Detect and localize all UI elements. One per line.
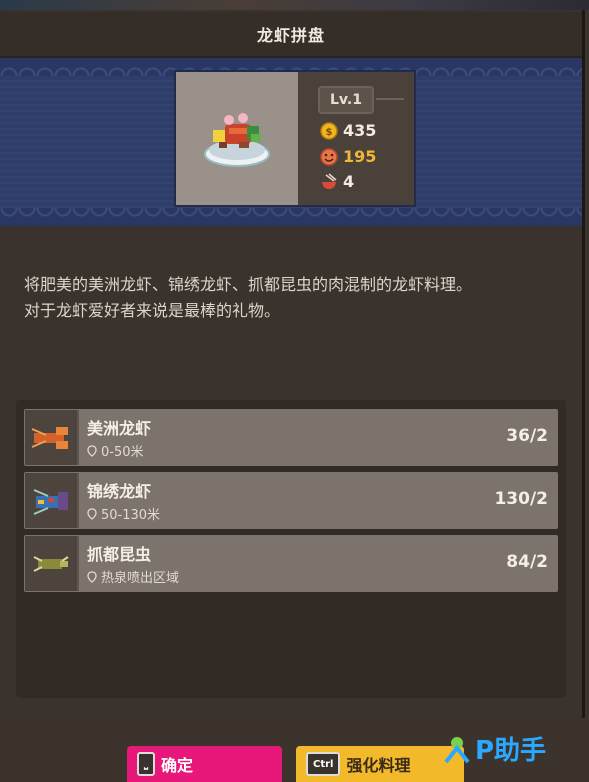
- ingredient-list: 美洲龙虾 0-50米 36/2 锦绣龙虾 50-130米 130/2 抓都昆虫: [16, 400, 566, 698]
- dish-title: 龙虾拼盘: [256, 26, 325, 45]
- title-bar: 龙虾拼盘: [0, 12, 582, 58]
- coin-icon: $: [320, 121, 338, 140]
- description-line-1: 将肥美的美洲龙虾、锦绣龙虾、抓都昆虫的肉混制的龙虾料理。: [24, 275, 473, 294]
- watermark-text: P助手: [475, 736, 547, 766]
- ingredient-info: 美洲龙虾 0-50米: [87, 415, 151, 460]
- ingredient-row[interactable]: 美洲龙虾 0-50米 36/2: [24, 409, 558, 466]
- space-key-icon: ⎵: [137, 752, 155, 776]
- american-lobster-icon: [25, 410, 79, 465]
- location-pin-icon: [87, 570, 97, 583]
- watermark-logo-icon: [444, 736, 470, 763]
- ingredient-location: 0-50米: [87, 441, 151, 460]
- location-pin-icon: [87, 507, 97, 520]
- ingredient-row[interactable]: 抓都昆虫 热泉喷出区域 84/2: [24, 535, 558, 592]
- love-stat: 195: [320, 147, 376, 166]
- price-value: 435: [343, 121, 377, 140]
- ingredient-name: 锦绣龙虾: [87, 482, 152, 501]
- svg-text:$: $: [326, 127, 333, 138]
- ingredient-location: 热泉喷出区域: [87, 567, 179, 586]
- enhance-label: 强化料理: [346, 756, 411, 775]
- ingredient-row[interactable]: 锦绣龙虾 50-130米 130/2: [24, 472, 558, 529]
- enhance-cooking-button[interactable]: Ctrl 强化料理: [296, 746, 464, 782]
- serving-value: 4: [343, 172, 355, 191]
- serving-stat: 4: [320, 172, 354, 191]
- ingredient-count: 84/2: [506, 552, 548, 572]
- ingredient-info: 抓都昆虫 热泉喷出区域: [87, 541, 179, 586]
- ingredient-count: 36/2: [506, 426, 548, 446]
- insect-icon: [25, 536, 79, 591]
- ingredient-count: 130/2: [494, 489, 548, 509]
- level-divider: [376, 98, 404, 100]
- confirm-label: 确定: [161, 756, 194, 775]
- ingredient-location-text: 0-50米: [101, 445, 144, 460]
- ctrl-key-icon: Ctrl: [306, 752, 341, 776]
- painted-lobster-icon: [25, 473, 79, 528]
- ingredient-name: 抓都昆虫: [87, 545, 152, 564]
- top-strip: [0, 0, 589, 10]
- bowl-chopsticks-icon: [320, 172, 338, 191]
- dish-card: Lv.1 $ 435 195 4: [176, 72, 414, 205]
- watermark: P助手: [442, 730, 546, 767]
- love-value: 195: [343, 147, 377, 166]
- lobster-platter-icon: [204, 112, 270, 167]
- ingredient-location-text: 热泉喷出区域: [101, 571, 180, 586]
- location-pin-icon: [87, 444, 97, 457]
- smile-face-icon: [320, 147, 338, 166]
- ingredient-location-text: 50-130米: [101, 508, 161, 523]
- banner-wave-bottom: [0, 208, 582, 226]
- dish-description: 将肥美的美洲龙虾、锦绣龙虾、抓都昆虫的肉混制的龙虾料理。 对于龙虾爱好者来说是最…: [24, 272, 554, 324]
- ingredient-name: 美洲龙虾: [87, 419, 152, 438]
- ingredient-location: 50-130米: [87, 504, 160, 523]
- price-stat: $ 435: [320, 121, 376, 140]
- dish-image: [176, 72, 298, 205]
- dish-stats: Lv.1 $ 435 195 4: [298, 72, 414, 205]
- confirm-button[interactable]: ⎵ 确定: [127, 746, 282, 782]
- ingredient-info: 锦绣龙虾 50-130米: [87, 478, 160, 523]
- level-badge: Lv.1: [318, 86, 374, 114]
- description-line-2: 对于龙虾爱好者来说是最棒的礼物。: [24, 301, 281, 320]
